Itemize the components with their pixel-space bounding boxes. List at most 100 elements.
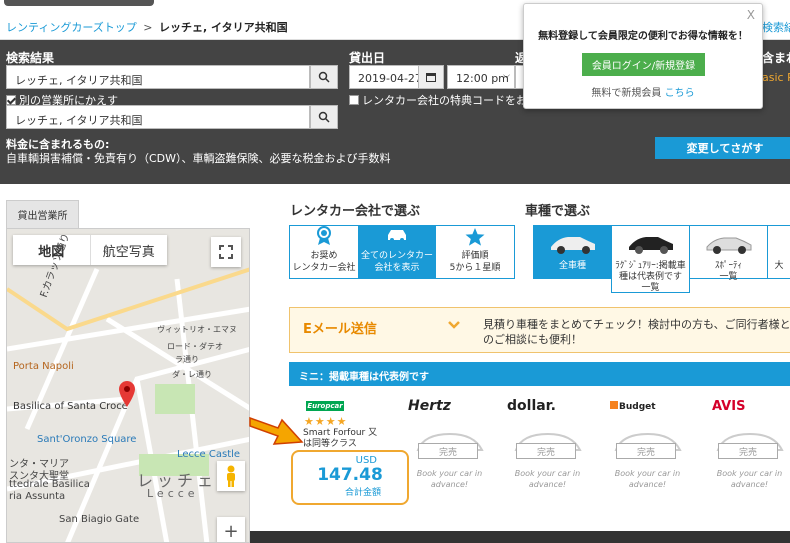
tab-line2: 一覧 <box>719 272 738 282</box>
pickup-time-value: 12:00 pm <box>456 72 509 85</box>
search-results-link[interactable]: 検索結 <box>762 19 790 35</box>
tab-line2: 会社を表示 <box>374 263 420 273</box>
email-title: Eメール送信 <box>303 322 377 337</box>
arrow-pointer-icon <box>249 416 304 445</box>
map-label-porta-napoli: Porta Napoli <box>13 361 74 372</box>
bottom-bar <box>250 531 790 543</box>
login-register-button[interactable]: 会員ログイン/新規登録 <box>582 53 705 76</box>
map-label-st6: ダ・レ通り <box>172 370 212 379</box>
change-search-button[interactable]: 変更してさがす <box>655 137 790 159</box>
avis-logo: AVIS <box>712 399 746 414</box>
map-type-toggle[interactable]: 地図 航空写真 <box>13 235 167 265</box>
book-advance-text: Book your car in advance! <box>514 469 581 489</box>
tab-line1: ﾗｸﾞｼﾞｭｱﾘｰ:掲載車 <box>615 261 686 271</box>
book-advance-text: Book your car in advance! <box>716 469 783 489</box>
pickup-office-tab[interactable]: 貸出営業所 <box>6 200 79 228</box>
tab-line1: 評価順 <box>461 251 489 261</box>
breadcrumb-current: レッチェ, イタリア共和国 <box>159 21 288 34</box>
tab-line2: 種は代表例です <box>618 272 682 282</box>
zoom-in-button[interactable]: + <box>217 517 245 542</box>
rating-stars: ★★★★ <box>304 415 348 428</box>
car-type-sporty-tab[interactable]: ｽﾎﾟｰﾃｨ 一覧 <box>689 225 768 282</box>
return-search-button[interactable] <box>310 105 338 129</box>
basic-partial[interactable]: asic Pr <box>762 71 790 84</box>
europcar-logo: Europcar <box>306 401 344 411</box>
tab-line1: お奨め <box>310 251 338 261</box>
map[interactable]: 地図 航空写真 F.カラッソ通り Porta Napoli ヴィットリオ・エマヌ… <box>6 228 250 543</box>
budget-icon <box>610 401 618 409</box>
car-name: Smart Forfour 又は同等クラス <box>303 428 378 449</box>
chevron-down-icon <box>448 321 460 329</box>
filter-recommended-tab[interactable]: お奨め レンタカー会社 <box>289 225 359 279</box>
search-results-label: 検索結果 <box>6 51 55 65</box>
sold-out-label: 完売 <box>516 443 576 459</box>
car-silhouette-icon <box>628 237 673 254</box>
popup-message: 無料登録して会員限定の便利でお得な情報を！ <box>538 31 748 42</box>
total-label: 合計金額 <box>344 488 381 498</box>
site-logo[interactable] <box>4 0 154 6</box>
tab-line2: 5から１星順 <box>449 263 501 273</box>
pickup-date-input[interactable]: 2019-04-27 <box>349 65 419 89</box>
budget-logo: Budget <box>610 401 656 412</box>
return-location-input[interactable]: レッチェ, イタリア共和国 <box>6 105 310 129</box>
star-icon <box>465 228 485 246</box>
satellite-button[interactable]: 航空写真 <box>91 235 168 265</box>
pickup-location-input[interactable]: レッチェ, イタリア共和国 <box>6 65 310 89</box>
company-filter-title: レンタカー会社で選ぶ <box>290 204 421 219</box>
pickup-time-select[interactable]: 12:00 pm ⌵ <box>447 65 515 89</box>
checkbox-box[interactable] <box>6 95 16 105</box>
register-caption: 無料で新規会員 <box>591 88 662 99</box>
pickup-date-label: 貸出日 <box>349 51 386 65</box>
plus-icon: + <box>223 520 239 542</box>
breadcrumb-home-link[interactable]: レンティングカーズトップ <box>6 21 137 34</box>
map-label-duomo4: ria Assunta <box>9 491 66 502</box>
calendar-button[interactable] <box>418 65 444 89</box>
promo-code-label: レンタカー会社の特典コードをお持 <box>362 94 538 107</box>
checkbox-box[interactable] <box>349 95 359 105</box>
close-icon[interactable]: X <box>747 8 755 22</box>
sold-out-hertz: 完売 Book your car in advance! <box>412 430 487 490</box>
book-advance-text: Book your car in advance! <box>416 469 483 489</box>
register-link[interactable]: こちら <box>665 88 695 99</box>
chevron-down-icon: ⌵ <box>503 71 510 81</box>
filter-rating-tab[interactable]: 評価順 5から１星順 <box>435 225 515 279</box>
filter-all-companies-tab[interactable]: 全てのレンタカー 会社を表示 <box>358 225 436 279</box>
email-send-bar[interactable]: Eメール送信 見積り車種をまとめてチェック！検討中の方も、ご同行者様とのご相談に… <box>289 307 790 353</box>
car-type-large-tab[interactable]: 大 <box>767 225 790 279</box>
promo-code-checkbox[interactable]: レンタカー会社の特典コードをお持 <box>349 92 538 108</box>
book-advance-text: Book your car in advance! <box>614 469 681 489</box>
register-popup: X 無料登録して会員限定の便利でお得な情報を！ 会員ログイン/新規登録 無料で新… <box>523 3 763 109</box>
map-pin[interactable] <box>119 381 135 410</box>
dollar-logo: dollar. <box>507 398 556 414</box>
tab-line1: 全てのレンタカー <box>360 251 433 261</box>
sold-out-label: 完売 <box>616 443 676 459</box>
category-bar: ミニ：掲載車種は代表例です <box>289 362 790 386</box>
map-label-oronzo: Sant'Oronzo Square <box>37 434 137 445</box>
breadcrumb-separator: > <box>143 21 153 34</box>
sold-out-budget: 完売 Book your car in advance! <box>610 430 685 490</box>
fullscreen-button[interactable] <box>211 237 241 267</box>
hertz-logo: Hertz <box>408 398 451 414</box>
fullscreen-icon <box>219 245 233 259</box>
included-text: 自車輌損害補償・免責有り（CDW）、車輌盗難保険、必要な税金および手数料 <box>6 152 391 165</box>
map-label-st4: ロード・ダテオ <box>167 342 223 351</box>
car-type-all-tab[interactable]: 全車種 <box>533 225 612 279</box>
tab-line2: レンタカー会社 <box>292 263 356 273</box>
map-label-duomo3: ttedrale Basilica <box>9 479 90 490</box>
included-label-partial: 含まれ <box>762 51 790 65</box>
tab-line3: 一覧 <box>641 283 660 293</box>
register-text: 無料で新規会員 こちら <box>524 84 762 99</box>
street-view-button[interactable] <box>217 461 245 491</box>
search-icon <box>318 71 330 83</box>
car-icon <box>388 230 406 242</box>
pickup-search-button[interactable] <box>310 65 338 89</box>
search-icon <box>318 111 330 123</box>
sold-out-avis: 完売 Book your car in advance! <box>712 430 787 490</box>
map-label-gate: San Biagio Gate <box>59 514 140 525</box>
car-type-luxury-tab[interactable]: ﾗｸﾞｼﾞｭｱﾘｰ:掲載車 種は代表例です 一覧 <box>611 225 690 293</box>
map-label-st5: ラ通り <box>175 355 199 364</box>
price-amount: 147.48 <box>317 465 383 485</box>
tab-line1: 大 <box>774 261 784 271</box>
car-filter-title: 車種で選ぶ <box>525 204 591 219</box>
price-box[interactable]: USD 147.48 合計金額 <box>291 450 409 505</box>
